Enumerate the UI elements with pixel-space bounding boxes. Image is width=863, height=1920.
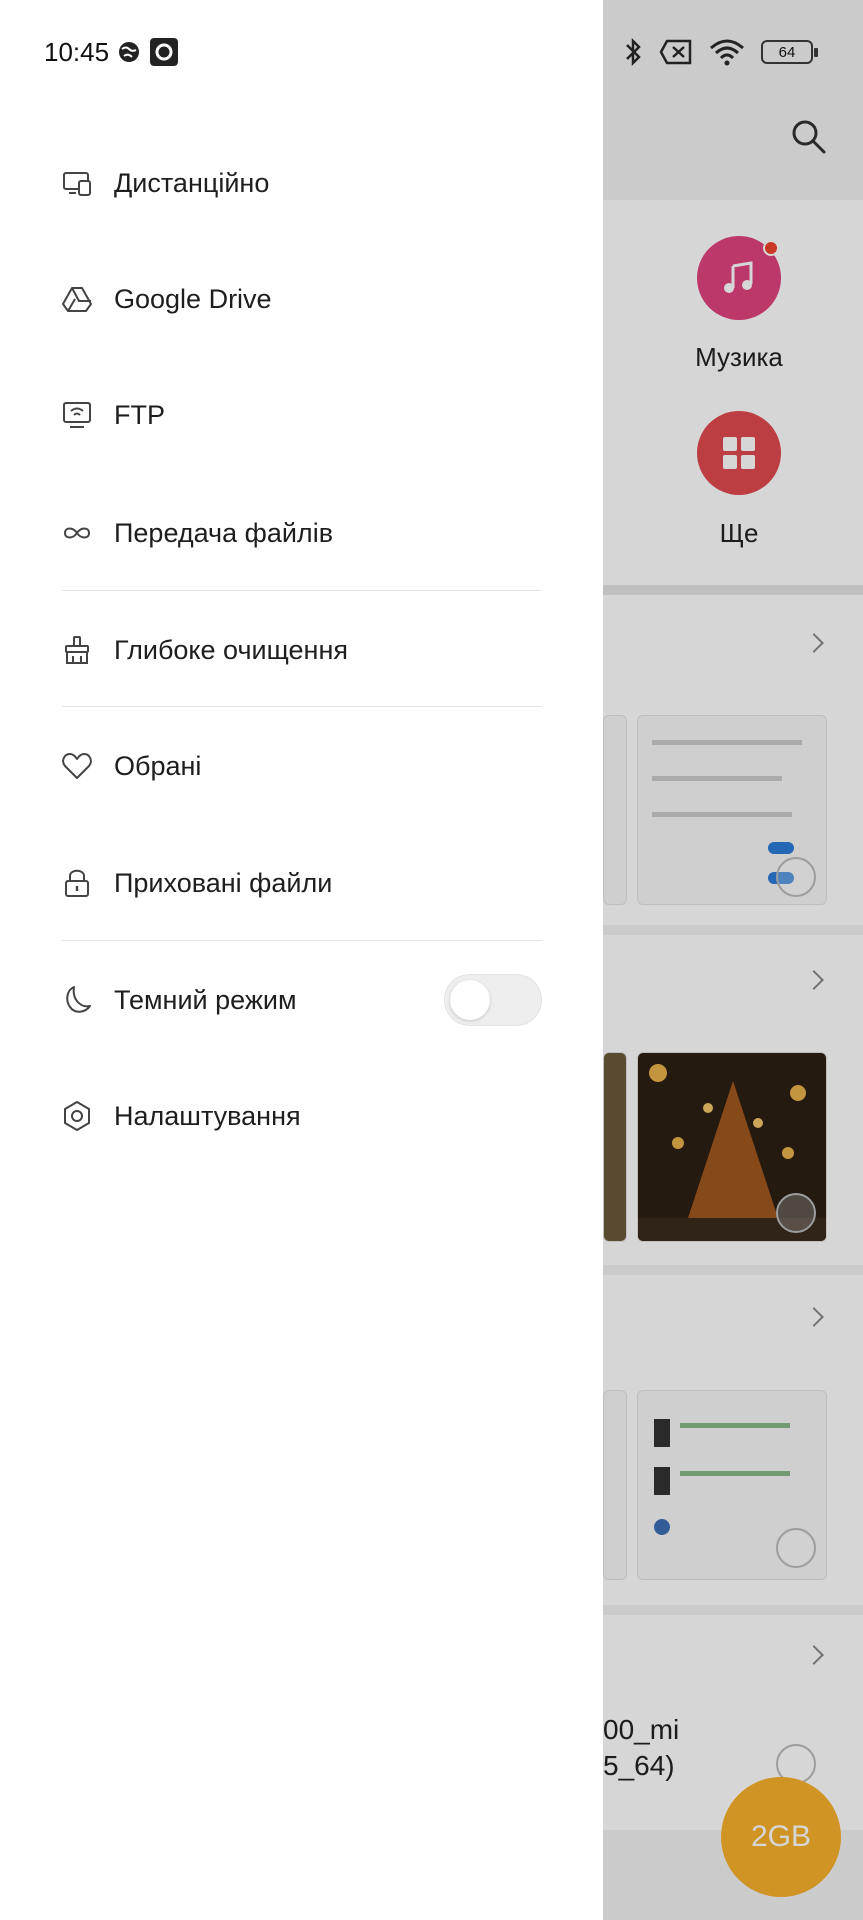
drawer-item-dark-mode[interactable]: Темний режим [0, 952, 603, 1048]
globe-icon [119, 42, 140, 62]
battery-level: 64 [778, 43, 796, 61]
drawer-item-label: Передача файлів [114, 517, 334, 548]
lock-icon [60, 866, 94, 900]
drawer-item-label: Налаштування [114, 1100, 301, 1131]
remote-screen-icon [60, 166, 94, 200]
infinity-transfer-icon [60, 516, 94, 550]
drawer-item-google-drive[interactable]: Google Drive [0, 251, 603, 347]
bluetooth-icon [626, 37, 641, 67]
battery-icon: 64 [761, 40, 818, 64]
menu-divider [62, 590, 542, 591]
drawer-item-label: Дистанційно [114, 167, 270, 198]
drawer-item-settings[interactable]: Налаштування [0, 1068, 603, 1164]
broom-clean-icon [60, 633, 94, 667]
dark-mode-toggle[interactable] [444, 974, 542, 1026]
drawer-item-remote[interactable]: Дистанційно [0, 135, 603, 231]
drawer-item-label: Google Drive [114, 283, 272, 314]
no-sim-icon [659, 39, 692, 65]
status-time: 10:45 [44, 36, 110, 67]
menu-divider [62, 706, 542, 707]
drawer-item-label: Обрані [114, 750, 202, 781]
heart-icon [60, 749, 94, 783]
drawer-item-hidden-files[interactable]: Приховані файли [0, 835, 603, 931]
menu-divider [62, 940, 542, 941]
ftp-icon [60, 398, 94, 432]
drawer-item-label: Приховані файли [114, 867, 333, 898]
drawer-item-label: Темний режим [114, 984, 297, 1015]
status-bar-left: 10:45 [44, 34, 179, 70]
navigation-drawer: Дистанційно Google Drive FTP Передача фа… [0, 0, 603, 1920]
gear-icon [60, 1099, 94, 1133]
drawer-item-deep-clean[interactable]: Глибоке очищення [0, 602, 603, 698]
google-drive-icon [60, 282, 94, 316]
drawer-item-file-transfer[interactable]: Передача файлів [0, 485, 603, 581]
toggle-knob [450, 980, 490, 1020]
moon-icon [60, 983, 94, 1017]
drawer-item-label: Глибоке очищення [114, 634, 348, 665]
drawer-item-ftp[interactable]: FTP [0, 367, 603, 463]
drawer-item-label: FTP [114, 399, 165, 430]
status-bar-right: 64 [623, 34, 818, 70]
wifi-icon [710, 39, 744, 66]
drawer-item-favorites[interactable]: Обрані [0, 718, 603, 814]
screen-record-icon [150, 38, 179, 66]
